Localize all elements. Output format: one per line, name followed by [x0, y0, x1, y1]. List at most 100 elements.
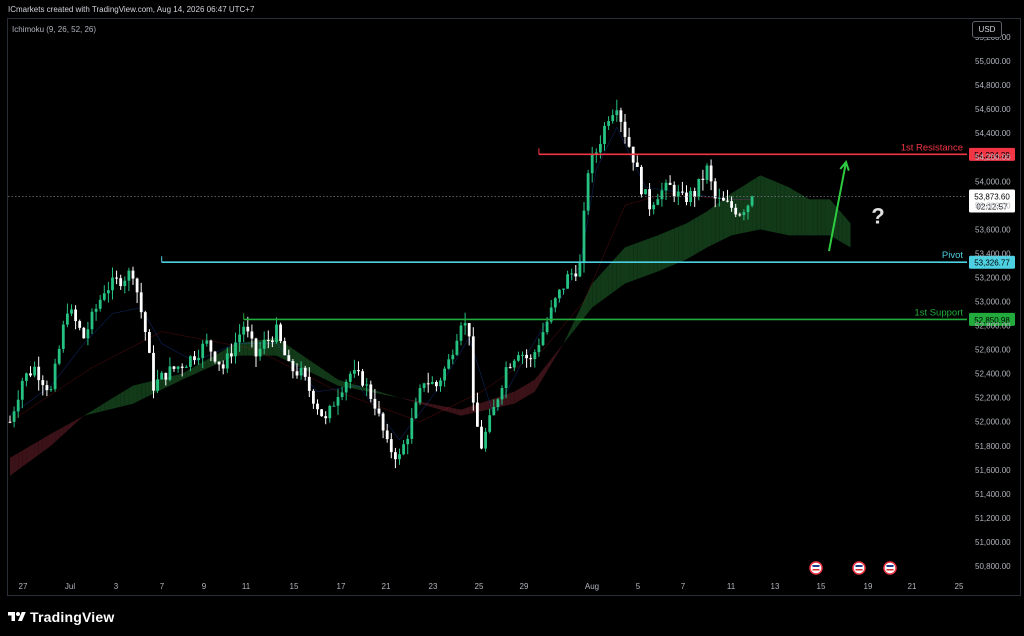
candle-body[interactable] — [488, 415, 492, 432]
candle-body[interactable] — [176, 366, 180, 369]
candle-body[interactable] — [70, 309, 73, 314]
candle-body[interactable] — [53, 363, 57, 390]
candle-body[interactable] — [152, 352, 155, 391]
candle-body[interactable] — [426, 383, 430, 385]
candle-body[interactable] — [221, 364, 225, 369]
candle-body[interactable] — [619, 110, 623, 122]
candle-body[interactable] — [254, 338, 258, 357]
candle-body[interactable] — [742, 212, 746, 216]
candle-body[interactable] — [90, 311, 94, 330]
candle-body[interactable] — [566, 274, 569, 289]
candle-body[interactable] — [377, 408, 381, 414]
candle-body[interactable] — [225, 353, 229, 369]
candle-body[interactable] — [590, 154, 594, 174]
candle-body[interactable] — [98, 299, 102, 309]
candle-body[interactable] — [705, 165, 709, 180]
candle-body[interactable] — [16, 399, 20, 412]
candle-body[interactable] — [57, 348, 61, 364]
candle-body[interactable] — [533, 352, 537, 360]
candle-body[interactable] — [537, 345, 541, 353]
candle-body[interactable] — [455, 340, 459, 355]
candle-body[interactable] — [307, 376, 311, 391]
candle-body[interactable] — [422, 383, 426, 389]
candle-body[interactable] — [258, 348, 262, 357]
candle-body[interactable] — [246, 326, 250, 332]
candle-body[interactable] — [508, 367, 512, 369]
candle-body[interactable] — [746, 205, 750, 213]
candle-body[interactable] — [373, 398, 377, 409]
candle-body[interactable] — [406, 438, 410, 445]
candle-body[interactable] — [41, 380, 45, 386]
candle-body[interactable] — [635, 162, 639, 167]
tradingview-logo[interactable]: TradingView — [8, 606, 114, 628]
candle-body[interactable] — [558, 289, 561, 299]
candle-body[interactable] — [340, 392, 344, 398]
candle-body[interactable] — [447, 359, 451, 369]
candle-body[interactable] — [353, 370, 356, 374]
candle-body[interactable] — [209, 340, 213, 352]
candle-body[interactable] — [611, 115, 615, 122]
candle-body[interactable] — [49, 389, 53, 391]
candle-body[interactable] — [504, 367, 508, 389]
candle-body[interactable] — [648, 189, 651, 210]
candle-body[interactable] — [324, 416, 328, 419]
candle-body[interactable] — [33, 366, 36, 376]
candle-body[interactable] — [365, 384, 369, 386]
candle-body[interactable] — [414, 402, 418, 419]
candle-body[interactable] — [131, 270, 135, 279]
candle-body[interactable] — [37, 366, 41, 381]
candle-body[interactable] — [529, 358, 533, 360]
candle-body[interactable] — [541, 332, 545, 346]
candle-body[interactable] — [234, 342, 237, 357]
candle-body[interactable] — [500, 388, 504, 400]
candle-body[interactable] — [287, 355, 291, 361]
candle-body[interactable] — [439, 380, 442, 387]
us-flag-event-icon[interactable] — [852, 561, 866, 575]
candle-body[interactable] — [115, 277, 118, 279]
candle-body[interactable] — [586, 173, 590, 211]
candle-body[interactable] — [20, 380, 24, 400]
candle-body[interactable] — [78, 321, 82, 328]
candle-body[interactable] — [201, 343, 205, 358]
candle-body[interactable] — [348, 373, 352, 382]
candle-body[interactable] — [205, 340, 209, 344]
candle-body[interactable] — [369, 384, 373, 399]
candle-body[interactable] — [517, 355, 520, 361]
candle-body[interactable] — [303, 367, 307, 377]
candle-body[interactable] — [656, 199, 660, 205]
candle-body[interactable] — [603, 125, 606, 144]
candle-body[interactable] — [685, 192, 688, 203]
candle-body[interactable] — [574, 273, 578, 277]
candle-body[interactable] — [664, 182, 668, 191]
candle-body[interactable] — [332, 405, 336, 407]
candle-body[interactable] — [119, 278, 123, 287]
candle-body[interactable] — [328, 405, 332, 419]
candle-body[interactable] — [82, 327, 86, 339]
candle-body[interactable] — [471, 336, 475, 403]
candle-body[interactable] — [734, 207, 738, 215]
candle-body[interactable] — [94, 308, 98, 312]
candle-body[interactable] — [644, 189, 647, 195]
candle-body[interactable] — [312, 390, 315, 404]
candle-body[interactable] — [172, 366, 176, 369]
candle-body[interactable] — [238, 334, 241, 343]
candle-body[interactable] — [435, 382, 438, 387]
candle-body[interactable] — [709, 165, 713, 182]
candle-body[interactable] — [242, 326, 246, 335]
candle-body[interactable] — [197, 357, 200, 361]
candle-body[interactable] — [217, 361, 221, 365]
candle-body[interactable] — [320, 409, 323, 417]
candle-body[interactable] — [156, 379, 159, 391]
candle-body[interactable] — [230, 353, 233, 357]
candle-body[interactable] — [652, 204, 656, 210]
candle-body[interactable] — [275, 324, 278, 343]
candle-body[interactable] — [676, 191, 680, 197]
candle-body[interactable] — [738, 214, 742, 216]
candle-body[interactable] — [271, 340, 274, 343]
candle-body[interactable] — [361, 371, 364, 386]
candle-body[interactable] — [86, 329, 90, 339]
candle-body[interactable] — [660, 190, 664, 200]
us-flag-event-icon[interactable] — [883, 561, 897, 575]
candle-body[interactable] — [381, 413, 385, 431]
candle-body[interactable] — [135, 278, 139, 293]
